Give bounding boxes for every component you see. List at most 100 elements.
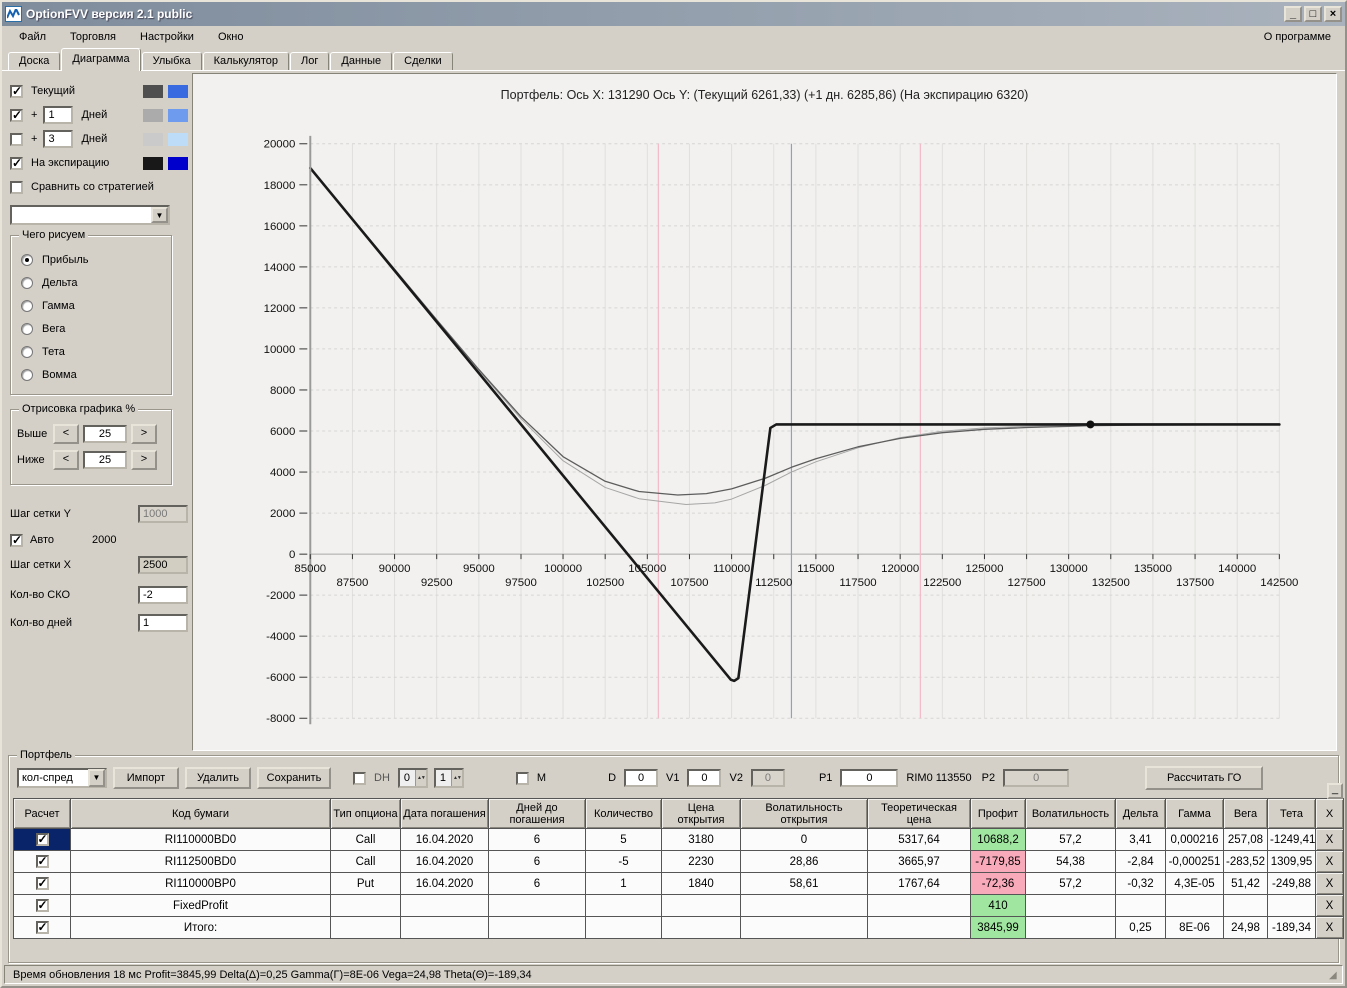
plus3-checkbox[interactable]: ✓ [10,132,23,146]
row-calc-checkbox-cell[interactable]: ✓ [13,828,71,851]
strategy-dropdown[interactable]: ▼ [10,205,170,225]
svg-text:92500: 92500 [421,577,453,589]
compare-checkbox[interactable]: ✓ [10,180,23,194]
chevron-down-icon[interactable]: ▼ [151,207,168,223]
above-decrease-button[interactable]: < [53,424,79,444]
profit-chart[interactable]: 2000018000160001400012000100008000600040… [193,116,1336,749]
svg-text:130000: 130000 [1050,563,1088,575]
grid-step-x-input[interactable] [138,556,188,574]
row-calc-checkbox-cell[interactable]: ✓ [13,872,71,895]
row-delete-button[interactable]: X [1315,916,1344,939]
p1-input[interactable] [840,769,899,787]
plus3-days-input[interactable] [43,130,74,148]
import-button[interactable]: Импорт [113,767,179,789]
tab-log[interactable]: Лог [290,52,330,71]
preset-dropdown[interactable]: кол-спред ▼ [17,768,107,788]
radio-vomma[interactable]: Вомма [21,363,171,386]
radio-gamma[interactable]: Гамма [21,294,171,317]
portfolio-section: Портфель кол-спред ▼ Импорт Удалить Сохр… [2,749,1345,963]
grid-step-x-row: Шаг сетки X [10,554,188,576]
svg-text:85000: 85000 [294,563,326,575]
calc-go-button[interactable]: Рассчитать ГО [1145,766,1264,790]
grid-step-y-input[interactable] [138,505,188,523]
menu-window[interactable]: Окно [209,29,253,45]
dh-label: DH [374,772,390,784]
below-increase-button[interactable]: > [131,450,157,470]
radio-vega-label: Вега [42,322,66,335]
tab-board[interactable]: Доска [8,52,61,71]
svg-text:142500: 142500 [1260,577,1298,589]
collapse-panel-button[interactable]: _ [1327,783,1343,799]
row-calc-checkbox-cell[interactable]: ✓ [13,894,71,917]
v1-input[interactable] [687,769,722,787]
table-cell: 3180 [661,828,741,851]
auto-checkbox[interactable]: ✓ [10,533,23,547]
p2-input[interactable] [1003,769,1070,787]
delete-button[interactable]: Удалить [185,767,251,789]
dh-spinner-2[interactable]: 1 [433,768,464,788]
table-cell: -283,52 [1223,850,1268,873]
table-cell: -7179,85 [970,850,1026,873]
menu-about[interactable]: О программе [1258,29,1337,45]
plus1-days-input[interactable] [43,106,74,124]
row-delete-button[interactable]: X [1315,828,1344,851]
expiration-label: На экспирацию [31,157,110,169]
plus1-checkbox[interactable]: ✓ [10,108,23,122]
row-delete-button[interactable]: X [1315,894,1344,917]
row-delete-button[interactable]: X [1315,872,1344,895]
tab-smile[interactable]: Улыбка [141,52,202,71]
below-value-input[interactable] [83,451,127,469]
grid-step-y-label: Шаг сетки Y [10,508,71,520]
radio-vega[interactable]: Вега [21,317,171,340]
menu-file[interactable]: Файл [10,29,55,45]
minimize-button[interactable]: _ [1284,6,1302,22]
chevron-down-icon[interactable]: ▼ [88,769,105,787]
resize-grip-icon[interactable]: ◢ [1329,970,1341,982]
d-input[interactable] [624,769,659,787]
sko-input[interactable] [138,586,188,604]
svg-text:90000: 90000 [379,563,411,575]
row-calc-checkbox-cell[interactable]: ✓ [13,850,71,873]
v2-input[interactable] [750,769,785,787]
radio-theta[interactable]: Тета [21,340,171,363]
col-header: Цена открытия [661,798,741,829]
v2-label: V2 [729,772,743,784]
status-text: Время обновления 18 мс Profit=3845,99 De… [13,968,532,981]
p2-label: P2 [981,772,996,784]
table-cell: Call [330,828,401,851]
tab-diagram[interactable]: Диаграмма [61,48,141,71]
current-checkbox[interactable]: ✓ [10,84,23,98]
maximize-button[interactable]: □ [1304,6,1322,22]
above-increase-button[interactable]: > [131,424,157,444]
svg-text:-2000: -2000 [266,590,295,602]
radio-profit[interactable]: Прибыль [21,248,171,271]
tab-data[interactable]: Данные [330,52,393,71]
svg-text:110000: 110000 [713,563,750,575]
tab-calculator[interactable]: Калькулятор [202,52,290,71]
svg-text:95000: 95000 [463,563,495,575]
close-button[interactable]: × [1324,6,1342,22]
below-decrease-button[interactable]: < [53,450,79,470]
plus1-label: Дней [81,109,108,121]
table-cell [1223,894,1268,917]
expiration-checkbox[interactable]: ✓ [10,156,23,170]
radio-delta[interactable]: Дельта [21,271,171,294]
svg-text:132500: 132500 [1092,577,1130,589]
menu-settings[interactable]: Настройки [131,29,203,45]
tab-deals[interactable]: Сделки [393,52,453,71]
table-cell: 6 [488,872,586,895]
m-label: M [536,772,547,784]
table-row: ✓ RI110000BP0 Put 16.04.2020 6 1 1840 58,61 1767… [13,872,1344,895]
row-calc-checkbox-cell[interactable]: ✓ [13,916,71,939]
portfolio-group-title: Портфель [17,749,75,761]
days-count-input[interactable] [138,614,188,632]
svg-text:16000: 16000 [264,221,296,233]
above-value-input[interactable] [83,425,127,443]
dh-spinner-1[interactable]: 0 [397,768,428,788]
menu-trading[interactable]: Торговля [61,29,125,45]
m-checkbox[interactable]: ✓ [515,771,529,785]
row-delete-button[interactable]: X [1315,850,1344,873]
save-button[interactable]: Сохранить [257,767,331,789]
dh-checkbox[interactable]: ✓ [353,771,366,785]
draw-what-title: Чего рисуем [19,229,89,241]
